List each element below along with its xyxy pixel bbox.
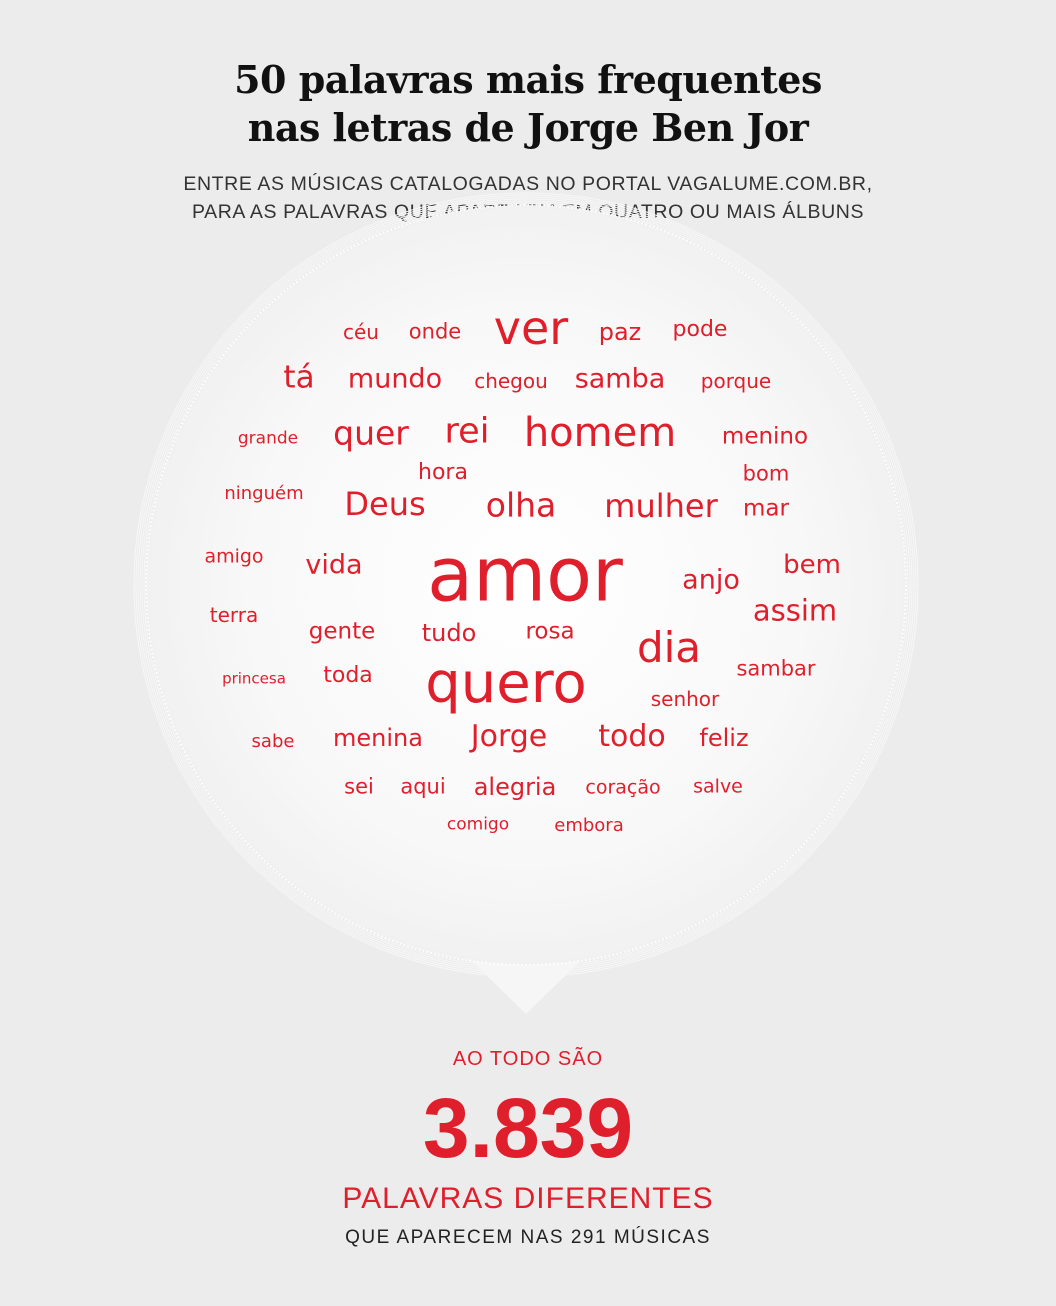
word-amigo: amigo [204,545,264,568]
word-samba: samba [574,363,666,395]
word-mar: mar [743,495,789,522]
word-alegria: alegria [473,773,557,801]
word-quero: quero [425,651,587,716]
word-aqui: aqui [400,774,446,799]
word-amor: amor [427,530,623,619]
word-cloud: céu onde ver paz pode tá mundo chegou samba porqu… [0,0,1056,900]
word-hora: hora [418,460,468,485]
word-mulher: mulher [604,487,718,525]
word-comigo: comigo [446,814,510,835]
word-gente: gente [308,618,376,645]
word-terra: terra [209,603,259,627]
word-bem: bem [783,550,841,580]
word-salve: salve [693,775,743,798]
stats-note: QUE APARECEM NAS 291 MÚSICAS [345,1227,711,1248]
word-sambar: sambar [736,656,816,681]
stats-total: 3.839 [422,1081,634,1175]
word-ver: ver [493,301,569,355]
word-todo: todo [598,719,666,754]
word-ninguém: ninguém [224,483,304,504]
word-homem: homem [523,410,677,456]
word-quer: quer [333,413,409,453]
word-anjo: anjo [682,564,740,596]
word-sabe: sabe [251,731,295,752]
word-menino: menino [721,423,809,450]
word-sei: sei [344,774,374,799]
word-vida: vida [305,549,363,581]
word-senhor: senhor [650,687,720,711]
word-tá: tá [283,359,315,396]
word-rosa: rosa [525,618,575,645]
stats-unit: PALAVRAS DIFERENTES [342,1182,714,1215]
stats-lead: AO TODO SÃO [452,1048,604,1070]
word-dia: dia [636,623,702,672]
word-onde: onde [408,319,462,344]
word-embora: embora [554,815,624,836]
word-assim: assim [752,593,838,628]
word-pode: pode [672,317,728,342]
word-bom: bom [742,461,790,486]
word-menina: menina [333,724,423,752]
word-rei: rei [444,411,490,452]
word-porque: porque [700,369,772,393]
word-paz: paz [598,318,642,346]
word-mundo: mundo [347,363,443,395]
word-grande: grande [237,428,299,449]
word-céu: céu [343,320,379,344]
word-chegou: chegou [474,369,548,393]
word-olha: olha [485,485,557,525]
word-jorge: Jorge [470,719,548,754]
word-princesa: princesa [222,669,286,688]
word-tudo: tudo [421,619,477,647]
word-toda: toda [323,663,373,688]
word-coração: coração [585,776,661,799]
word-feliz: feliz [699,724,749,752]
word-deus: Deus [344,485,426,523]
